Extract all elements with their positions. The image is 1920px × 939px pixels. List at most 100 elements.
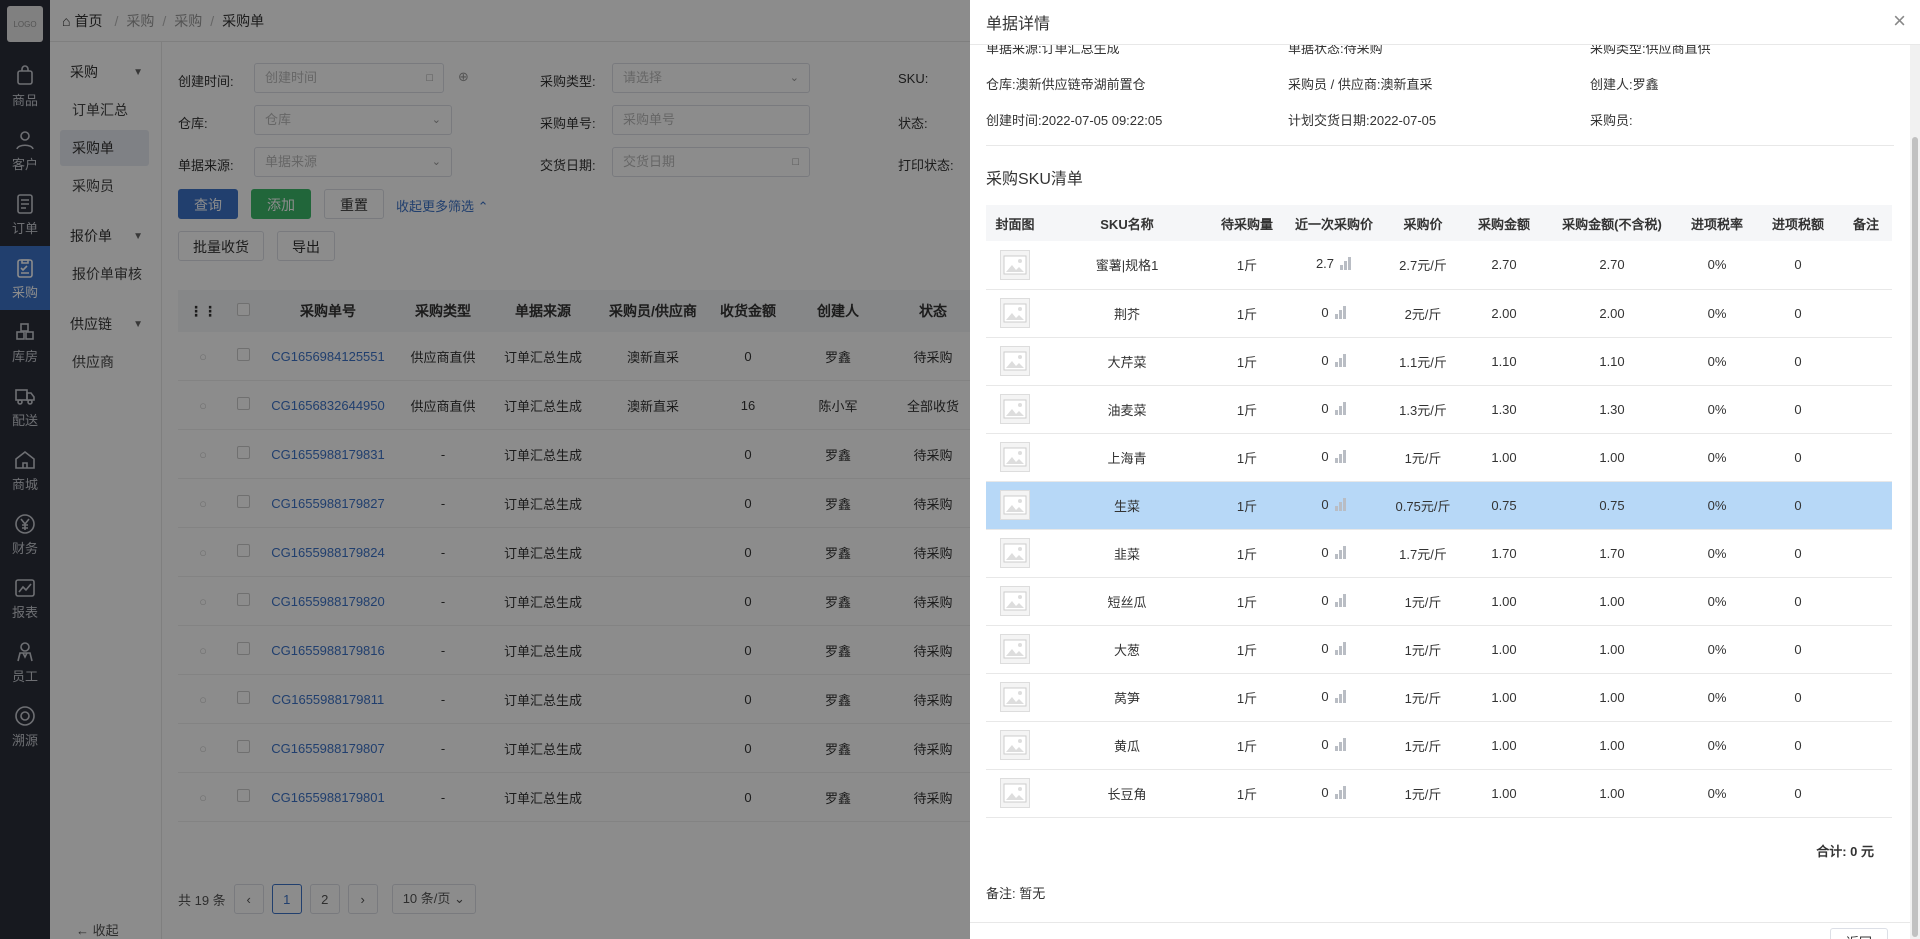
info-buyer-supplier: 采购员 / 供应商:澳新直采 [1288,77,1433,92]
sku-row[interactable]: 韭菜 1斤 0 1.7元/斤 1.70 1.70 0% 0 [986,529,1892,578]
sku-price: 1元/斤 [1384,769,1462,818]
sku-amount: 1.00 [1462,673,1546,722]
sku-row[interactable]: 上海青 1斤 0 1元/斤 1.00 1.00 0% 0 [986,433,1892,482]
sku-amount: 1.00 [1462,433,1546,482]
sku-last-price: 0 [1321,688,1329,704]
sku-price: 1元/斤 [1384,625,1462,674]
bar-chart-icon[interactable] [1334,449,1347,466]
bar-chart-icon[interactable] [1334,353,1347,370]
sku-last-price: 0 [1321,592,1329,608]
sku-last-price: 0 [1321,352,1329,368]
sku-amount-no-tax: 1.00 [1546,433,1678,482]
sku-row[interactable]: 生菜 1斤 0 0.75元/斤 0.75 0.75 0% 0 [986,481,1892,530]
sku-note [1840,289,1892,338]
sku-name: 上海青 [1044,433,1210,482]
sku-note [1840,769,1892,818]
sku-row[interactable]: 大葱 1斤 0 1元/斤 1.00 1.00 0% 0 [986,625,1892,674]
sku-row[interactable]: 大芹菜 1斤 0 1.1元/斤 1.10 1.10 0% 0 [986,337,1892,386]
bar-chart-icon[interactable] [1334,785,1347,802]
bar-chart-icon[interactable] [1334,593,1347,610]
close-icon[interactable]: × [1893,8,1906,34]
bar-chart-icon[interactable] [1334,401,1347,418]
image-placeholder-icon[interactable] [1000,730,1030,760]
sku-price: 1.1元/斤 [1384,337,1462,386]
sku-tax-amount: 0 [1756,385,1840,434]
image-placeholder-icon[interactable] [1000,682,1030,712]
image-placeholder-icon[interactable] [1000,586,1030,616]
image-placeholder-icon[interactable] [1000,298,1030,328]
sku-price: 0.75元/斤 [1384,481,1462,530]
sku-amount: 1.00 [1462,625,1546,674]
sku-qty: 1斤 [1210,385,1284,434]
sku-price: 1元/斤 [1384,721,1462,770]
sku-price: 2.7元/斤 [1384,241,1462,290]
sku-last-price: 0 [1321,736,1329,752]
sku-price: 1元/斤 [1384,673,1462,722]
info-purchaser: 采购员: [1590,113,1633,128]
sku-price: 2元/斤 [1384,289,1462,338]
sku-qty: 1斤 [1210,289,1284,338]
total-amount: 合计: 0 元 [1816,844,1874,859]
sku-amount-no-tax: 2.70 [1546,241,1678,290]
sku-tax-amount: 0 [1756,481,1840,530]
drawer-header: 单据详情 × [970,0,1920,45]
sku-row[interactable]: 莴笋 1斤 0 1元/斤 1.00 1.00 0% 0 [986,673,1892,722]
sku-note [1840,577,1892,626]
sku-name: 蜜薯|规格1 [1044,241,1210,290]
sku-last-price: 0 [1321,784,1329,800]
bar-chart-icon[interactable] [1334,689,1347,706]
image-placeholder-icon[interactable] [1000,490,1030,520]
sku-qty: 1斤 [1210,625,1284,674]
sku-row[interactable]: 长豆角 1斤 0 1元/斤 1.00 1.00 0% 0 [986,769,1892,818]
info-warehouse: 仓库:澳新供应链帝湖前置仓 [986,77,1146,92]
sku-amount: 1.00 [1462,721,1546,770]
sku-name: 荆芥 [1044,289,1210,338]
info-created-time: 创建时间:2022-07-05 09:22:05 [986,113,1163,128]
sku-tax-rate: 0% [1678,529,1756,578]
drawer-scrollbar[interactable] [1910,45,1920,939]
back-button[interactable]: 返回 [1830,928,1888,939]
sku-note [1840,625,1892,674]
drawer-title: 单据详情 [986,16,1051,33]
sku-price: 1.7元/斤 [1384,529,1462,578]
sku-name: 大葱 [1044,625,1210,674]
image-placeholder-icon[interactable] [1000,394,1030,424]
bar-chart-icon[interactable] [1334,737,1347,754]
sku-qty: 1斤 [1210,529,1284,578]
sku-amount: 2.70 [1462,241,1546,290]
image-placeholder-icon[interactable] [1000,634,1030,664]
sku-name: 黄瓜 [1044,721,1210,770]
sku-qty: 1斤 [1210,769,1284,818]
sku-amount-no-tax: 2.00 [1546,289,1678,338]
sku-tax-amount: 0 [1756,433,1840,482]
sku-amount-no-tax: 1.30 [1546,385,1678,434]
bar-chart-icon[interactable] [1334,641,1347,658]
image-placeholder-icon[interactable] [1000,538,1030,568]
sku-name: 油麦菜 [1044,385,1210,434]
sku-amount-no-tax: 1.00 [1546,769,1678,818]
sku-tax-rate: 0% [1678,433,1756,482]
sku-row[interactable]: 黄瓜 1斤 0 1元/斤 1.00 1.00 0% 0 [986,721,1892,770]
info-purchase-type: 采购类型:供应商直供 [1590,45,1711,56]
sku-price: 1.3元/斤 [1384,385,1462,434]
sku-amount-no-tax: 1.00 [1546,721,1678,770]
bar-chart-icon[interactable] [1334,305,1347,322]
sku-row[interactable]: 短丝瓜 1斤 0 1元/斤 1.00 1.00 0% 0 [986,577,1892,626]
sku-tax-rate: 0% [1678,721,1756,770]
sku-tax-amount: 0 [1756,577,1840,626]
sku-row[interactable]: 蜜薯|规格1 1斤 2.7 2.7元/斤 2.70 2.70 0% 0 [986,241,1892,290]
bar-chart-icon[interactable] [1340,257,1352,273]
info-source: 单据来源:订单汇总生成 [986,45,1120,56]
sku-tax-amount: 0 [1756,289,1840,338]
bar-chart-icon[interactable] [1334,497,1347,514]
sku-row[interactable]: 油麦菜 1斤 0 1.3元/斤 1.30 1.30 0% 0 [986,385,1892,434]
sku-note [1840,529,1892,578]
sku-last-price: 0 [1321,304,1329,320]
image-placeholder-icon[interactable] [1000,249,1030,280]
image-placeholder-icon[interactable] [1000,442,1030,472]
sku-row[interactable]: 荆芥 1斤 0 2元/斤 2.00 2.00 0% 0 [986,289,1892,338]
bar-chart-icon[interactable] [1334,545,1347,562]
image-placeholder-icon[interactable] [1000,346,1030,376]
sku-tax-amount: 0 [1756,769,1840,818]
image-placeholder-icon[interactable] [1000,778,1030,808]
